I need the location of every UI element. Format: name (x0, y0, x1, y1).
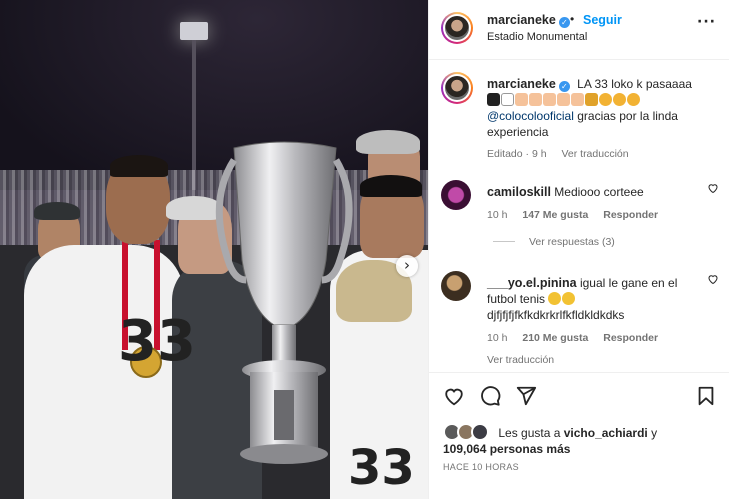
caption-body: marcianeke ✓ LA 33 loko k pasaaaa @coloco… (487, 76, 723, 162)
post-photo[interactable]: 33 33 › (0, 0, 428, 499)
photo-player-hair (110, 155, 168, 177)
likes-user[interactable]: vicho_achiardi (564, 426, 648, 440)
comment-avatar[interactable] (441, 180, 471, 210)
caption-username[interactable]: marcianeke ✓ (487, 77, 570, 92)
comment-reply-button[interactable]: Responder (603, 332, 658, 344)
comment-meta: 10 h 147 Me gusta Responder (487, 207, 697, 223)
comment-username[interactable]: camiloskill (487, 185, 551, 199)
liker-avatar (471, 423, 489, 441)
share-icon[interactable] (515, 385, 537, 407)
author-username[interactable]: marcianeke ✓ (487, 13, 570, 28)
photo-floodlight (180, 22, 208, 40)
caption-meta: Editado · 9 h Ver traducción (487, 146, 723, 162)
follow-button[interactable]: Seguir (583, 13, 622, 27)
caption-author-avatar[interactable] (441, 72, 473, 104)
comment-avatar[interactable] (441, 271, 471, 301)
comment-likes[interactable]: 147 Me gusta (522, 209, 588, 221)
comment-icon[interactable] (479, 385, 501, 407)
replies-divider (493, 241, 515, 242)
comment-body: camiloskill Mediooo corteee 10 h 147 Me … (487, 184, 697, 223)
likes-summary: Les gusta a vicho_achiardi y 109,064 per… (443, 423, 723, 457)
comment-body: ___yo.el.pinina igual le gane en el futb… (487, 275, 697, 368)
caption-edited: Editado · 9 h (487, 148, 547, 160)
comment-text-2: djfjfjfjfkfkdkrkrlfkfldkldkdks (487, 308, 625, 322)
view-replies-text[interactable]: Ver respuestas (3) (529, 236, 615, 248)
comment-meta: 10 h 210 Me gusta Responder (487, 330, 697, 346)
photo-person-left-cap (34, 202, 80, 220)
comment-like-heart-icon[interactable] (707, 182, 719, 194)
post-location[interactable]: Estadio Monumental (487, 31, 587, 43)
clap-icon (515, 93, 528, 106)
clap-icon (543, 93, 556, 106)
view-replies-link[interactable]: Ver respuestas (3) (493, 236, 615, 248)
photo-trophy (215, 141, 353, 464)
liker-avatars[interactable] (443, 423, 491, 441)
comment-text: Mediooo corteee (554, 185, 644, 199)
comment-reply-button[interactable]: Responder (603, 209, 658, 221)
heart-eyes-icon (627, 93, 640, 106)
photo-light-pole (192, 40, 196, 190)
comment-translate-link[interactable]: Ver traducción (487, 352, 697, 368)
caption-text: LA 33 loko k pasaaaa (577, 77, 692, 91)
photo-person-back-cap (356, 130, 420, 154)
comment-time[interactable]: 10 h (487, 209, 507, 221)
heart-eyes-icon (599, 93, 612, 106)
author-avatar[interactable] (441, 12, 473, 44)
white-square-icon (501, 93, 514, 106)
clap-icon (557, 93, 570, 106)
laughing-face-icon (548, 292, 562, 305)
likes-count[interactable]: 109,064 personas más (443, 442, 570, 456)
photo-shirt-number-right: 33 (348, 440, 415, 496)
post-timestamp[interactable]: HACE 10 HORAS (443, 462, 519, 472)
caption-emojis (487, 93, 641, 107)
comment-likes[interactable]: 210 Me gusta (522, 332, 588, 344)
comment-time[interactable]: 10 h (487, 332, 507, 344)
heart-icon[interactable] (443, 385, 465, 407)
more-options-icon[interactable]: ··· (697, 14, 716, 30)
post-actions: Les gusta a vicho_achiardi y 109,064 per… (429, 372, 729, 499)
caption-translate-link[interactable]: Ver traducción (561, 148, 628, 160)
caption-mention[interactable]: @colocolooficial (487, 109, 574, 123)
verified-badge-icon: ✓ (558, 81, 570, 92)
trophy-icon (585, 93, 598, 106)
bookmark-icon[interactable] (695, 385, 717, 407)
author-username-text[interactable]: marcianeke (487, 13, 556, 27)
post-side-panel: marcianeke ✓ • Seguir Estadio Monumental … (428, 0, 729, 499)
heart-eyes-icon (613, 93, 626, 106)
black-square-icon (487, 93, 500, 106)
clap-icon (529, 93, 542, 106)
comment-like-heart-icon[interactable] (707, 273, 719, 285)
laughing-face-icon (562, 292, 576, 305)
carousel-next-button[interactable]: › (396, 255, 418, 277)
verified-badge-icon: ✓ (558, 17, 570, 28)
photo-player-right-hair (360, 175, 422, 197)
comment-username[interactable]: ___yo.el.pinina (487, 276, 577, 290)
likes-prefix: Les gusta a (498, 426, 561, 440)
separator-dot: • (570, 12, 575, 26)
clap-icon (571, 93, 584, 106)
post-header: marcianeke ✓ • Seguir Estadio Monumental … (429, 0, 729, 60)
photo-shirt-number: 33 (118, 309, 196, 374)
likes-conjunction: y (651, 426, 658, 440)
